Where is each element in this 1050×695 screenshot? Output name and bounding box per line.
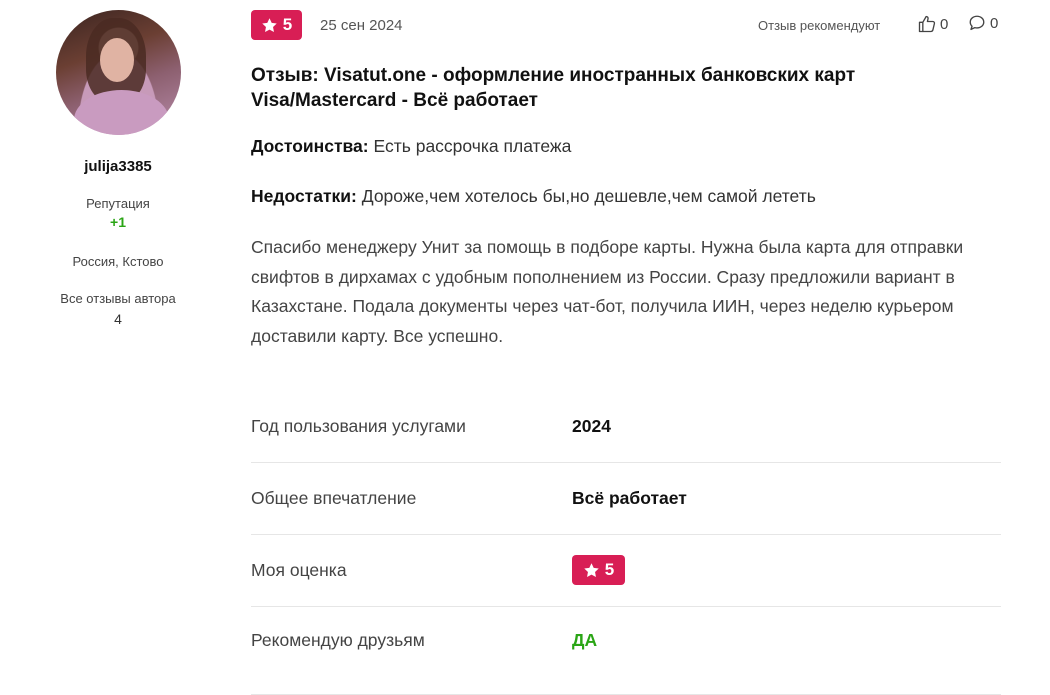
pros-text: Есть рассрочка платежа: [373, 136, 572, 156]
star-icon: [262, 17, 277, 32]
reputation-value: +1: [110, 214, 126, 230]
star-icon: [584, 562, 599, 577]
rating-value: 5: [282, 15, 293, 34]
pros-label: Достоинства:: [251, 136, 369, 156]
my-rating-badge: 5: [572, 555, 625, 585]
reputation-label: Репутация: [86, 196, 150, 211]
comments-count: 0: [990, 14, 999, 32]
year-label: Год пользования услугами: [251, 415, 466, 436]
detail-row-year: Год пользования услугами 2024: [251, 390, 1001, 463]
recommend-friends-label: Рекомендую друзьям: [251, 629, 425, 650]
my-rating-number: 5: [604, 560, 615, 579]
like-button[interactable]: 0: [917, 14, 948, 34]
rating-badge: 5: [251, 10, 302, 40]
comments-button[interactable]: 0: [968, 14, 998, 32]
pros: Достоинства: Есть рассрочка платежа: [251, 136, 571, 157]
review-text: Спасибо менеджеру Унит за помощь в подбо…: [251, 237, 964, 346]
my-rating-label: Моя оценка: [251, 559, 347, 580]
all-reviews-count: 4: [114, 311, 122, 327]
comment-icon: [969, 15, 985, 31]
review-title: Отзыв: Visatut.one - оформление иностран…: [251, 65, 856, 111]
likes-count: 0: [940, 15, 949, 33]
cons: Недостатки: Дороже,чем хотелось бы,но де…: [251, 186, 816, 207]
recommend-label: Отзыв рекомендуют: [758, 18, 881, 33]
detail-row-my-rating: Моя оценка 5: [251, 534, 1001, 607]
cons-text: Дороже,чем хотелось бы,но дешевле,чем са…: [361, 186, 816, 206]
detail-row-impression: Общее впечатление Всё работает: [251, 462, 1001, 535]
my-rating-value: 5: [572, 534, 625, 606]
thumbs-up-icon: [918, 15, 936, 33]
author-username[interactable]: julija3385: [0, 158, 236, 175]
recommend-friends-value: ДА: [572, 629, 598, 650]
all-reviews-link[interactable]: Все отзывы автора: [0, 291, 236, 306]
year-value: 2024: [572, 415, 611, 436]
avatar[interactable]: [56, 10, 181, 135]
impression-value: Всё работает: [572, 487, 687, 508]
review-date: 25 сен 2024: [320, 17, 403, 34]
detail-row-recommend: Рекомендую друзьям ДА: [251, 604, 1001, 695]
author-location: Россия, Кстово: [72, 254, 164, 269]
cons-label: Недостатки:: [251, 186, 357, 206]
impression-label: Общее впечатление: [251, 487, 417, 508]
